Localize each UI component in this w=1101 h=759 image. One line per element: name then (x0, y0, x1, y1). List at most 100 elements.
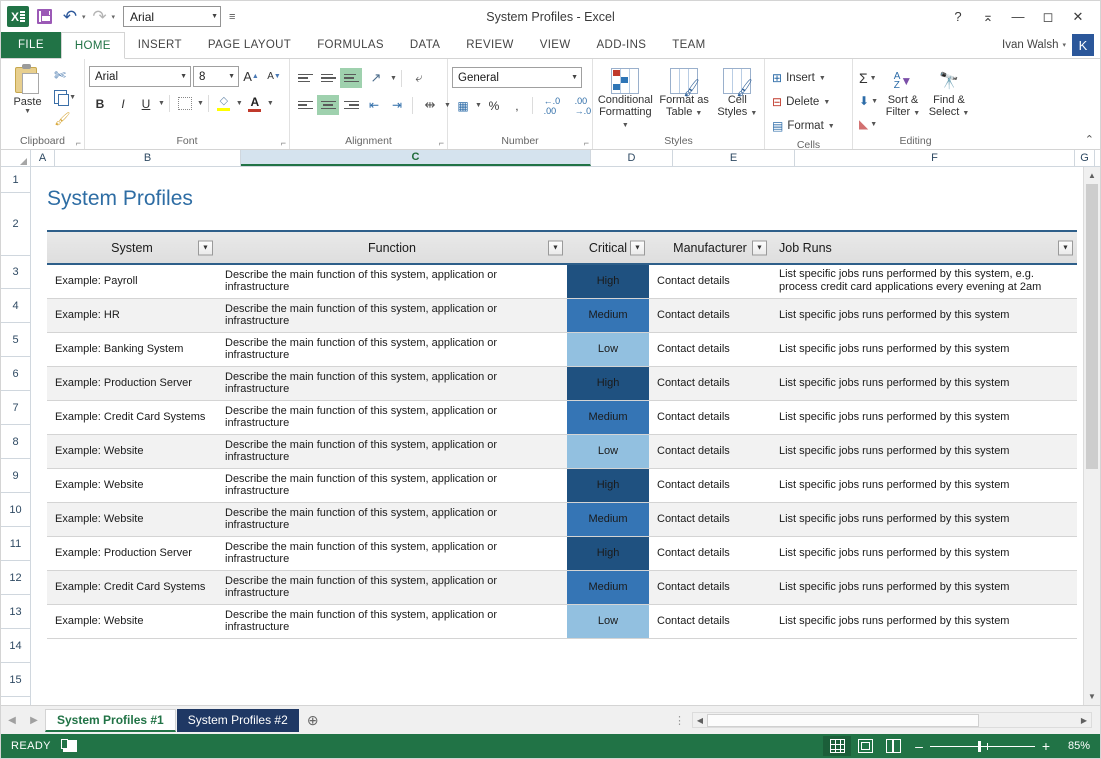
cell-system[interactable]: Example: Credit Card Systems (47, 570, 217, 604)
filter-dropdown-function[interactable]: ▼ (548, 240, 563, 255)
table-row[interactable]: Example: HRDescribe the main function of… (47, 298, 1077, 332)
italic-button[interactable]: I (112, 93, 134, 114)
cell-critical[interactable]: High (567, 468, 649, 502)
customize-qat-icon[interactable]: ≡ (229, 11, 235, 23)
borders-dropdown-icon[interactable]: ▼ (197, 100, 204, 107)
fill-color-button[interactable]: ◇ (213, 93, 235, 114)
tab-data[interactable]: DATA (397, 32, 453, 58)
alignment-dialog-launcher[interactable]: ⌐ (439, 138, 444, 148)
cell-manufacturer[interactable]: Contact details (649, 332, 771, 366)
cell-critical[interactable]: Low (567, 434, 649, 468)
new-sheet-button[interactable]: ⊕ (300, 712, 326, 729)
tab-split-handle[interactable]: ⋮ (674, 714, 692, 727)
filter-dropdown-system[interactable]: ▼ (198, 240, 213, 255)
underline-button[interactable]: U (135, 93, 157, 114)
font-name-input[interactable]: Arial ▼ (89, 66, 191, 87)
find-select-button[interactable]: 🔭 Find & Select ▼ (926, 66, 972, 120)
select-all-button[interactable] (1, 150, 31, 166)
row-header-10[interactable]: 10 (1, 493, 30, 527)
bold-button[interactable]: B (89, 93, 111, 114)
zoom-in-button[interactable]: + (1040, 738, 1052, 754)
format-painter-button[interactable]: 🖌 (52, 109, 78, 129)
cell-critical[interactable]: High (567, 536, 649, 570)
increase-indent-button[interactable]: ⇥ (386, 95, 408, 115)
borders-button[interactable] (174, 93, 196, 114)
next-sheet-button[interactable]: ▶ (23, 715, 45, 726)
accounting-dropdown-icon[interactable]: ▼ (475, 102, 482, 109)
tab-view[interactable]: VIEW (527, 32, 584, 58)
redo-icon[interactable]: ↷ (88, 6, 112, 28)
user-account-area[interactable]: Ivan Walsh ▾ K (1002, 32, 1100, 58)
table-row[interactable]: Example: PayrollDescribe the main functi… (47, 264, 1077, 298)
decrease-font-size-button[interactable]: A▼ (263, 66, 285, 87)
page-layout-view-button[interactable] (851, 736, 879, 756)
chevron-down-icon[interactable]: ▼ (870, 75, 877, 82)
table-row[interactable]: Example: WebsiteDescribe the main functi… (47, 434, 1077, 468)
filter-dropdown-critical[interactable]: ▼ (630, 240, 645, 255)
maximize-button[interactable]: ◻ (1034, 5, 1062, 29)
cell-job-runs[interactable]: List specific jobs runs performed by thi… (771, 604, 1077, 638)
scroll-left-button[interactable]: ◀ (693, 716, 707, 725)
bottom-align-button[interactable] (340, 68, 362, 88)
previous-sheet-button[interactable]: ◀ (1, 715, 23, 726)
normal-view-button[interactable] (823, 736, 851, 756)
chevron-down-icon[interactable]: ▼ (828, 123, 835, 130)
column-header-c[interactable]: C (241, 150, 591, 166)
tab-team[interactable]: TEAM (659, 32, 718, 58)
horizontal-scroll-thumb[interactable] (707, 714, 979, 727)
cell-manufacturer[interactable]: Contact details (649, 366, 771, 400)
row-header-15[interactable]: 15 (1, 663, 30, 697)
chevron-down-icon[interactable]: ▼ (24, 108, 31, 115)
cell-job-runs[interactable]: List specific jobs runs performed by thi… (771, 264, 1077, 298)
cell-critical[interactable]: High (567, 264, 649, 298)
increase-font-size-button[interactable]: A▲ (240, 66, 262, 87)
cell-job-runs[interactable]: List specific jobs runs performed by thi… (771, 298, 1077, 332)
fill-color-dropdown-icon[interactable]: ▼ (236, 100, 243, 107)
chevron-down-icon[interactable]: ▾ (1062, 41, 1066, 49)
number-dialog-launcher[interactable]: ⌐ (584, 138, 589, 148)
cell-manufacturer[interactable]: Contact details (649, 468, 771, 502)
font-dialog-launcher[interactable]: ⌐ (281, 138, 286, 148)
column-header-a[interactable]: A (31, 150, 55, 166)
cell-function[interactable]: Describe the main function of this syste… (217, 332, 567, 366)
sheet-tab-system-profiles-1[interactable]: System Profiles #1 (45, 709, 176, 732)
cell-job-runs[interactable]: List specific jobs runs performed by thi… (771, 434, 1077, 468)
zoom-slider-track[interactable] (930, 746, 1035, 747)
format-cells-button[interactable]: ▤ Format ▼ (769, 114, 838, 138)
cell-manufacturer[interactable]: Contact details (649, 400, 771, 434)
cell-function[interactable]: Describe the main function of this syste… (217, 604, 567, 638)
record-macro-icon[interactable] (63, 740, 77, 752)
cell-job-runs[interactable]: List specific jobs runs performed by thi… (771, 332, 1077, 366)
column-header-b[interactable]: B (55, 150, 241, 166)
tab-file[interactable]: FILE (1, 32, 61, 58)
paste-button[interactable]: Paste ▼ (5, 62, 50, 115)
cell-system[interactable]: Example: Website (47, 502, 217, 536)
help-icon[interactable]: ? (944, 5, 972, 29)
align-right-button[interactable] (340, 95, 362, 115)
align-left-button[interactable] (294, 95, 316, 115)
cell-function[interactable]: Describe the main function of this syste… (217, 400, 567, 434)
chevron-down-icon[interactable]: ▼ (871, 98, 878, 105)
undo-icon[interactable]: ↶ (58, 6, 82, 28)
tab-home[interactable]: HOME (61, 32, 125, 59)
chevron-down-icon[interactable]: ▼ (819, 75, 826, 82)
wrap-text-button[interactable]: ⤶ (406, 68, 432, 88)
insert-cells-button[interactable]: ⊞ Insert ▼ (769, 66, 829, 90)
chevron-down-icon[interactable]: ▼ (695, 110, 702, 117)
minimize-button[interactable]: — (1004, 5, 1032, 29)
clipboard-dialog-launcher[interactable]: ⌐ (76, 138, 81, 148)
cell-manufacturer[interactable]: Contact details (649, 604, 771, 638)
sheet-tab-system-profiles-2[interactable]: System Profiles #2 (177, 709, 299, 732)
tab-insert[interactable]: INSERT (125, 32, 195, 58)
table-row[interactable]: Example: Production ServerDescribe the m… (47, 366, 1077, 400)
chevron-down-icon[interactable]: ▼ (69, 94, 76, 101)
table-row[interactable]: Example: WebsiteDescribe the main functi… (47, 468, 1077, 502)
cell-system[interactable]: Example: Website (47, 468, 217, 502)
cell-manufacturer[interactable]: Contact details (649, 536, 771, 570)
cell-manufacturer[interactable]: Contact details (649, 298, 771, 332)
cell-function[interactable]: Describe the main function of this syste… (217, 570, 567, 604)
cell-system[interactable]: Example: Website (47, 434, 217, 468)
fill-button[interactable]: ⬇▼ (857, 91, 880, 111)
cell-critical[interactable]: Low (567, 604, 649, 638)
undo-dropdown-icon[interactable]: ▾ (82, 13, 86, 21)
